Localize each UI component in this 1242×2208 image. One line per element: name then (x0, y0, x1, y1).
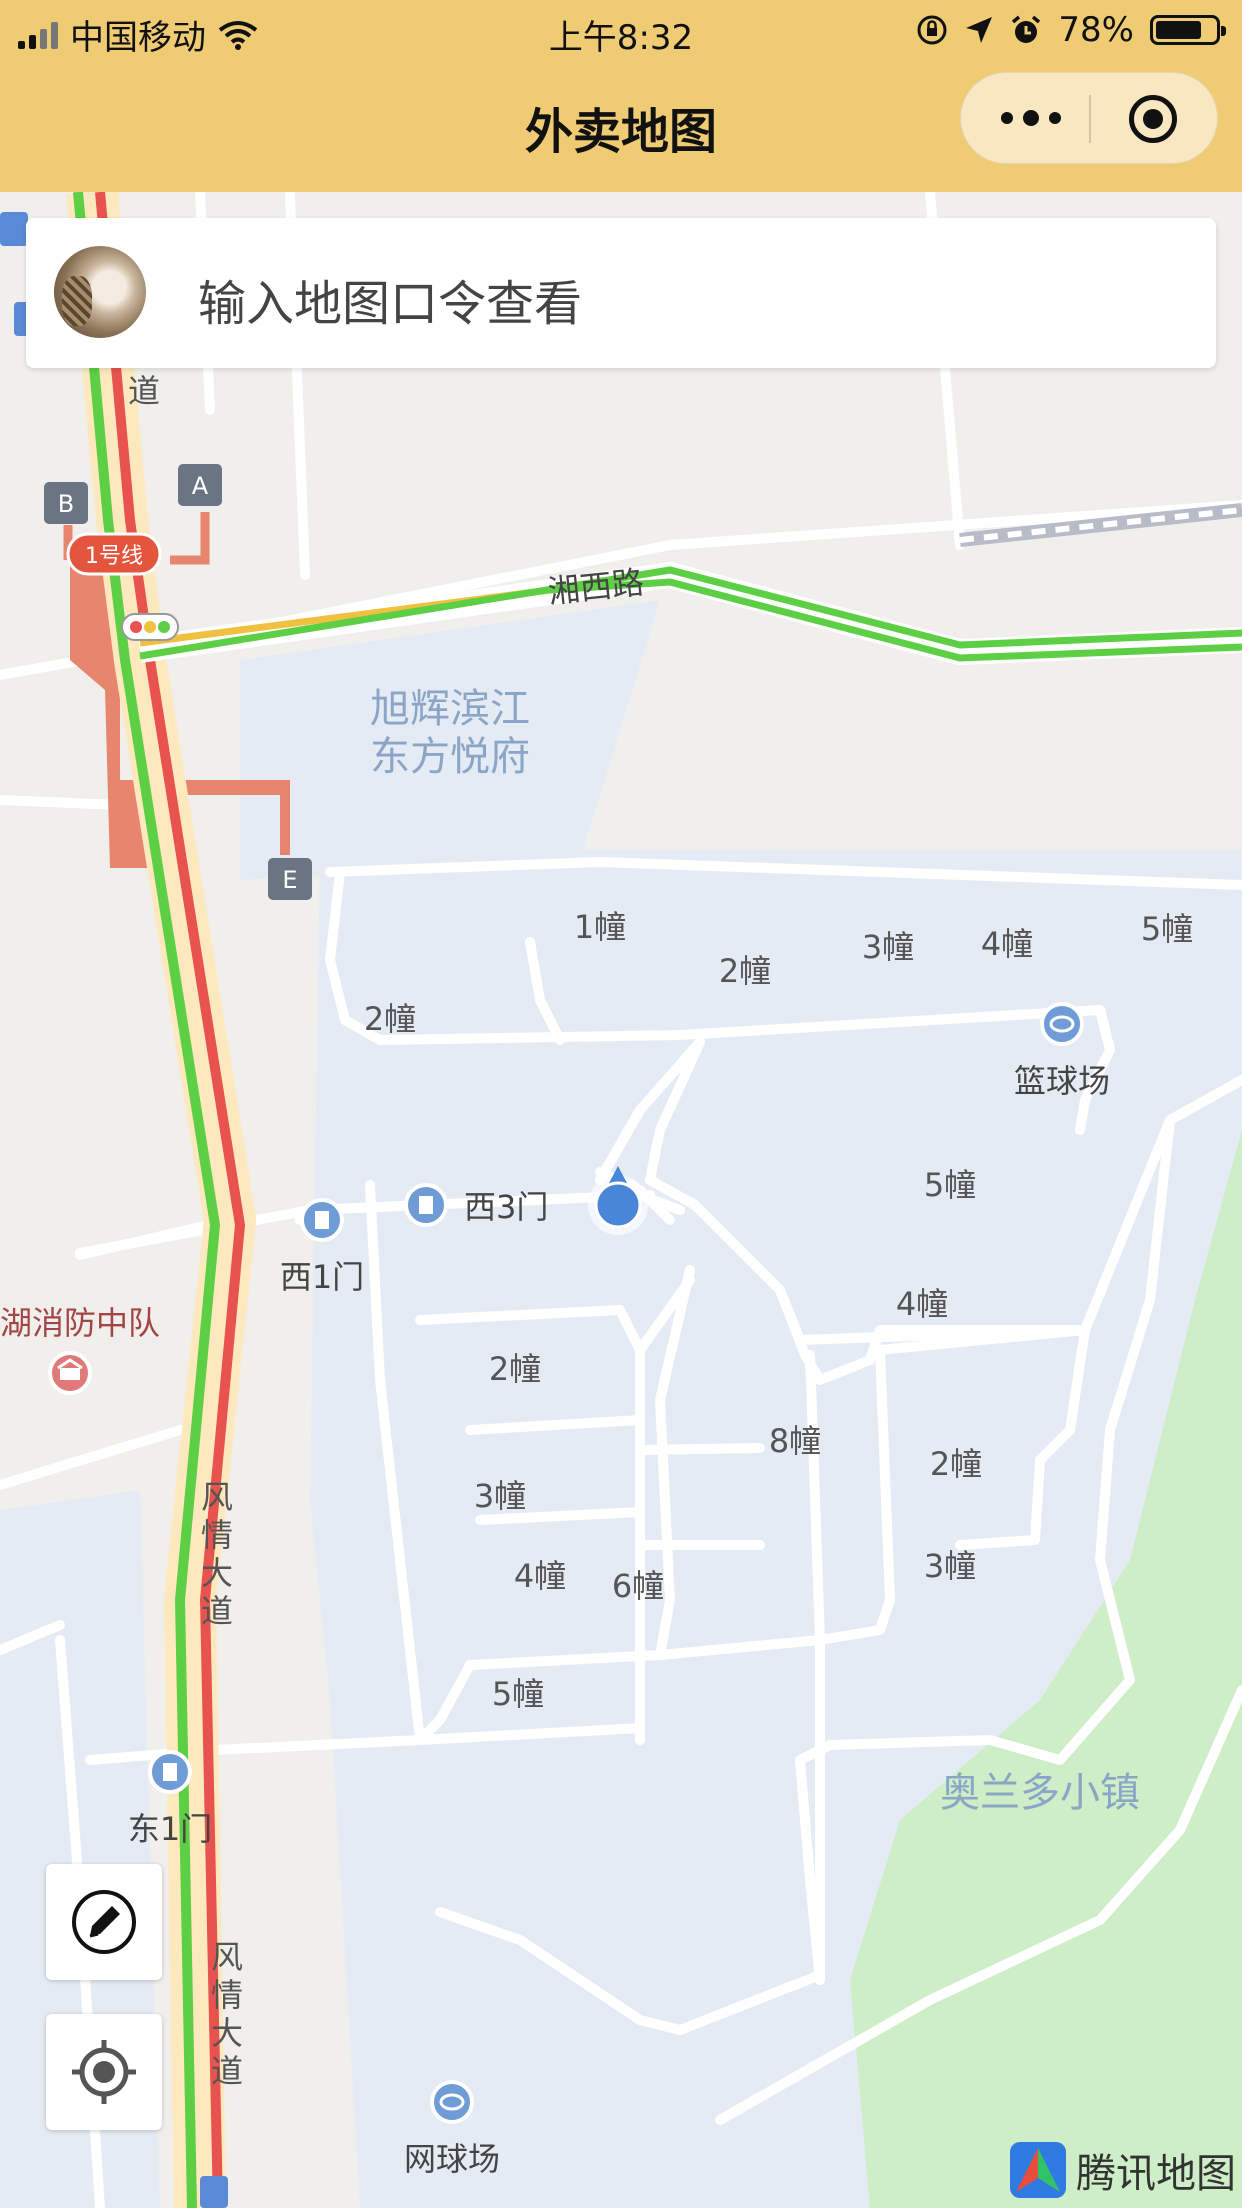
metro-line-label: 1号线 (85, 544, 143, 569)
bus-stop-icon[interactable] (200, 2176, 228, 2208)
area-label-xuhui-2: 东方悦府 (370, 734, 530, 780)
metro-exit-e[interactable]: E (268, 858, 312, 900)
battery-icon (1150, 15, 1226, 45)
traffic-light-icon (121, 613, 179, 641)
gate-west3-label: 西3门 (464, 1188, 548, 1226)
building-label: 5幢 (492, 1675, 544, 1713)
building-label: 5幢 (1141, 910, 1193, 948)
locate-icon (72, 2040, 136, 2104)
building-label: 8幢 (769, 1422, 821, 1460)
building-label: 3幢 (474, 1477, 526, 1515)
road-label-top: 道 (128, 372, 160, 410)
status-bar: 中国移动 上午8:32 78% (0, 0, 1242, 62)
search-input[interactable]: 输入地图口令查看 (198, 264, 582, 334)
locate-button[interactable] (46, 2014, 162, 2130)
battery-level (1156, 21, 1201, 39)
building-label: 3幢 (924, 1547, 976, 1585)
metro-exit-a-label: A (192, 472, 209, 500)
rotation-lock-icon (917, 15, 947, 45)
building-label: 2幢 (364, 1000, 416, 1038)
area-label-orlando: 奥兰多小镇 (940, 1770, 1140, 1816)
metro-exit-b-label: B (58, 490, 74, 518)
close-miniprogram-icon[interactable] (1129, 95, 1177, 143)
location-arrow-icon (966, 17, 993, 43)
building-label: 2幢 (719, 952, 771, 990)
metro-line-badge[interactable]: 1号线 (66, 532, 162, 576)
road-label-fengqing-2: 风情大道 (206, 1940, 244, 2092)
battery-percent: 78% (1058, 10, 1134, 50)
building-label: 4幢 (514, 1557, 566, 1595)
building-label: 2幢 (930, 1445, 982, 1483)
building-label: 5幢 (924, 1166, 976, 1204)
building-label: 3幢 (862, 928, 914, 966)
capsule-divider (1089, 95, 1091, 143)
pencil-icon (72, 1890, 136, 1954)
building-label: 6幢 (612, 1567, 664, 1605)
edit-button[interactable] (46, 1864, 162, 1980)
gate-west1-label: 西1门 (280, 1258, 364, 1296)
metro-exit-b[interactable]: B (44, 482, 88, 524)
tencent-map-logo: 腾讯地图 (1010, 2142, 1236, 2198)
navigation-bar: 外卖地图 (0, 62, 1242, 192)
building-label: 4幢 (896, 1285, 948, 1323)
gate-east1-label: 东1门 (128, 1810, 212, 1848)
alarm-icon (1012, 15, 1041, 43)
tencent-map-icon (1010, 2142, 1066, 2198)
gate-west3[interactable]: 西3门 (404, 1183, 548, 1227)
poi-fire-station-label: 湖消防中队 (0, 1304, 160, 1342)
attribution-text: 腾讯地图 (1076, 2151, 1236, 2197)
search-box[interactable]: 输入地图口令查看 (26, 218, 1216, 368)
map-canvas[interactable]: 1号线 A B E 道 湘西路 风情大道 风情大道 旭辉滨江 东方悦府 奥兰多小… (0, 192, 1242, 2208)
bus-stop-icon[interactable] (0, 212, 28, 246)
status-right: 78% (916, 10, 1226, 50)
metro-exit-a[interactable]: A (178, 464, 222, 506)
more-dots-icon[interactable] (1001, 103, 1061, 133)
miniprogram-capsule (960, 72, 1218, 164)
road-label-fengqing-1: 风情大道 (196, 1480, 234, 1632)
poi-basketball-label: 篮球场 (1014, 1062, 1110, 1100)
building-label: 4幢 (981, 925, 1033, 963)
avatar[interactable] (54, 246, 146, 338)
building-label: 1幢 (574, 908, 626, 946)
area-label-xuhui-1: 旭辉滨江 (370, 686, 530, 732)
building-label: 2幢 (489, 1350, 541, 1388)
poi-tennis-label: 网球场 (404, 2140, 500, 2178)
metro-exit-e-label: E (282, 866, 297, 894)
